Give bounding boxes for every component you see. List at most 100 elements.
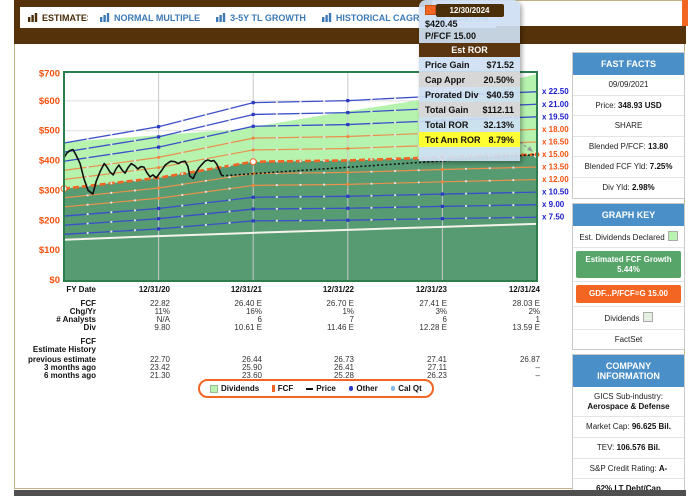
legend-item-dividends[interactable]: Dividends <box>210 384 259 393</box>
sidebar-value: 13.80 <box>648 142 668 151</box>
fy-row-label: Estimate History <box>33 346 96 354</box>
tooltip-price: $420.45 <box>419 18 520 30</box>
tooltip-row-value: $71.52 <box>486 60 514 70</box>
legend-item-fcf[interactable]: FCF <box>272 384 293 393</box>
legend-marker-dash <box>306 388 313 390</box>
estimate-tooltip[interactable]: 12/30/2024 $420.45 P/FCF 15.00 Est ROR P… <box>419 0 520 161</box>
tooltip-date-badge: 12/30/2024 <box>436 4 504 17</box>
svg-text:x 19.50: x 19.50 <box>542 112 569 121</box>
svg-text:x 7.50: x 7.50 <box>542 213 565 222</box>
legend-marker-dot <box>349 386 354 391</box>
legend-item-other[interactable]: Other <box>349 384 378 393</box>
fy-label-column: FY DateFCFChg/Yr# AnalystsDivFCFEstimate… <box>28 286 96 381</box>
tooltip-row-cap-appr: Cap Appr 20.50% <box>419 72 520 87</box>
svg-text:x 12.00: x 12.00 <box>542 175 569 184</box>
tooltip-row-value: 32.13% <box>483 120 514 130</box>
fast-facts-header: FAST FACTS <box>573 53 684 75</box>
fast-facts-09-09-2021: 09/09/2021 <box>573 75 684 95</box>
tooltip-section-header: Est ROR <box>419 43 520 57</box>
tooltip-row-label: Prorated Div <box>425 90 479 100</box>
svg-text:x 9.00: x 9.00 <box>542 200 565 209</box>
svg-text:x 22.50: x 22.50 <box>542 87 569 96</box>
svg-text:x 16.50: x 16.50 <box>542 137 569 146</box>
fast-facts-blended-fcf-yld: Blended FCF Yld: 7.25% <box>573 156 684 177</box>
fast-facts-div-yld: Div Yld: 2.98% <box>573 177 684 198</box>
legend-label: FCF <box>278 384 294 393</box>
tooltip-row-tot-ann-ror: Tot Ann ROR 8.79% <box>419 132 520 147</box>
y-axis-labels: $0$100$200$300$400$500$600$700 <box>39 69 60 287</box>
sidebar-value: 106.576 Bil. <box>617 443 661 452</box>
svg-text:x 13.50: x 13.50 <box>542 163 569 172</box>
tooltip-row-prorated-div: Prorated Div $40.59 <box>419 87 520 102</box>
fast-facts-price: Price: 348.93 USD <box>573 95 684 116</box>
graph-key-header: GRAPH KEY <box>573 204 684 226</box>
tooltip-row-total-ror: Total ROR 32.13% <box>419 117 520 132</box>
svg-text:$400: $400 <box>39 156 60 167</box>
fy-row-label: FY Date <box>66 286 96 294</box>
fy-column-12-31-24: 12/31/2428.03 E2%113.59 E26.87–– <box>470 286 540 381</box>
graph-key-button-gdf-p-fcf-g-15-00[interactable]: GDF...P/FCF=G 15.00 <box>576 285 681 303</box>
tooltip-row-label: Total Gain <box>425 105 468 115</box>
graph-key-est-dividends-declared: Est. Dividends Declared <box>573 226 684 248</box>
svg-text:x 10.50: x 10.50 <box>542 188 569 197</box>
legend-item-cal-qt[interactable]: Cal Qt <box>391 384 422 393</box>
fy-cell-div: 12.28 E <box>419 324 447 332</box>
fy-column-12-31-20: 12/31/2022.8211%N/A9.8022.7023.4221.30 <box>100 286 170 381</box>
fast-facts-share[interactable]: SHARE <box>573 115 684 136</box>
legend-marker-square <box>210 385 218 393</box>
graph-key-button-estimated-fcf-growth-5-44[interactable]: Estimated FCF Growth 5.44% <box>576 251 681 278</box>
legend-label: Cal Qt <box>398 384 422 393</box>
fy-table: FY DateFCFChg/Yr# AnalystsDivFCFEstimate… <box>0 286 560 381</box>
fy-column-12-31-23: 12/31/2327.41 E3%612.28 E27.4127.1126.23 <box>377 286 447 381</box>
fy-cell-fy: 12/31/20 <box>139 286 170 294</box>
legend-label: Price <box>316 384 336 393</box>
fy-row-label: Div <box>84 324 96 332</box>
sidebar-value: Aerospace & Defense <box>587 402 669 411</box>
fy-cell-div: 9.80 <box>154 324 170 332</box>
svg-text:x 21.00: x 21.00 <box>542 100 569 109</box>
svg-text:$300: $300 <box>39 185 60 196</box>
graph-key-gdf-p-fcf-g-15-00: GDF...P/FCF=G 15.00 <box>573 281 684 303</box>
svg-text:$0: $0 <box>49 275 60 286</box>
svg-text:x 18.00: x 18.00 <box>542 125 569 134</box>
tooltip-drag-handle[interactable] <box>425 5 436 15</box>
sidebar-value: 7.25% <box>650 162 673 171</box>
company-info-s-p-credit-rating: S&P Credit Rating: A- <box>573 458 684 479</box>
company-info-gics-sub-industry: GICS Sub-industry:Aerospace & Defense <box>573 387 684 416</box>
fy-cell-fy: 12/31/21 <box>231 286 262 294</box>
legend-item-price[interactable]: Price <box>306 384 336 393</box>
fy-cell-div: 11.46 E <box>327 324 354 332</box>
tooltip-row-value: $40.59 <box>486 90 514 100</box>
tooltip-row-value: 20.50% <box>483 75 514 85</box>
chart-legend: Dividends FCF Price Other Cal Qt <box>198 379 434 398</box>
tooltip-row-value: 8.79% <box>488 135 514 145</box>
fy-cell-div: 13.59 E <box>512 324 540 332</box>
legend-marker-bar <box>272 385 275 392</box>
multiplier-labels: x 22.50 x 21.00 x 19.50 x 18.00 x 16.50 x 15.… <box>542 87 569 222</box>
svg-text:$600: $600 <box>39 96 60 107</box>
legend-label: Dividends <box>221 384 259 393</box>
fast-facts-box: FAST FACTS 09/09/2021Price: 348.93 USDSH… <box>572 52 685 199</box>
fy-row-label: 6 months ago <box>44 372 96 380</box>
key-swatch <box>643 312 653 322</box>
page: ESTIMATES NORMAL MULTIPLE3-5Y TL GROWTHH… <box>0 0 690 496</box>
graph-key-box: GRAPH KEY Est. Dividends Declared Estimat… <box>572 203 685 351</box>
fy-column-12-31-22: 12/31/2226.70 E1%711.46 E26.7326.4125.28 <box>284 286 354 381</box>
tooltip-row-label: Total ROR <box>425 120 468 130</box>
tooltip-row-price-gain: Price Gain $71.52 <box>419 57 520 72</box>
tooltip-pfcf: P/FCF 15.00 <box>419 30 520 42</box>
svg-text:$700: $700 <box>39 69 60 80</box>
svg-text:$100: $100 <box>39 245 60 256</box>
fy-cell-m6: 26.23 <box>427 372 447 380</box>
graph-key-estimated-fcf-growth-5-44: Estimated FCF Growth 5.44% <box>573 247 684 278</box>
sidebar-value: 2.98% <box>632 183 655 192</box>
svg-text:x 15.00: x 15.00 <box>542 150 569 159</box>
tooltip-row-label: Price Gain <box>425 60 470 70</box>
sidebar-value: 348.93 USD <box>618 101 662 110</box>
fy-cell-m6: – <box>536 372 540 380</box>
fy-cell-fy: 12/31/23 <box>416 286 447 294</box>
sidebar-value: A- <box>659 464 667 473</box>
fy-cell-fy: 12/31/24 <box>509 286 540 294</box>
svg-text:$200: $200 <box>39 215 60 226</box>
tooltip-row-label: Cap Appr <box>425 75 465 85</box>
